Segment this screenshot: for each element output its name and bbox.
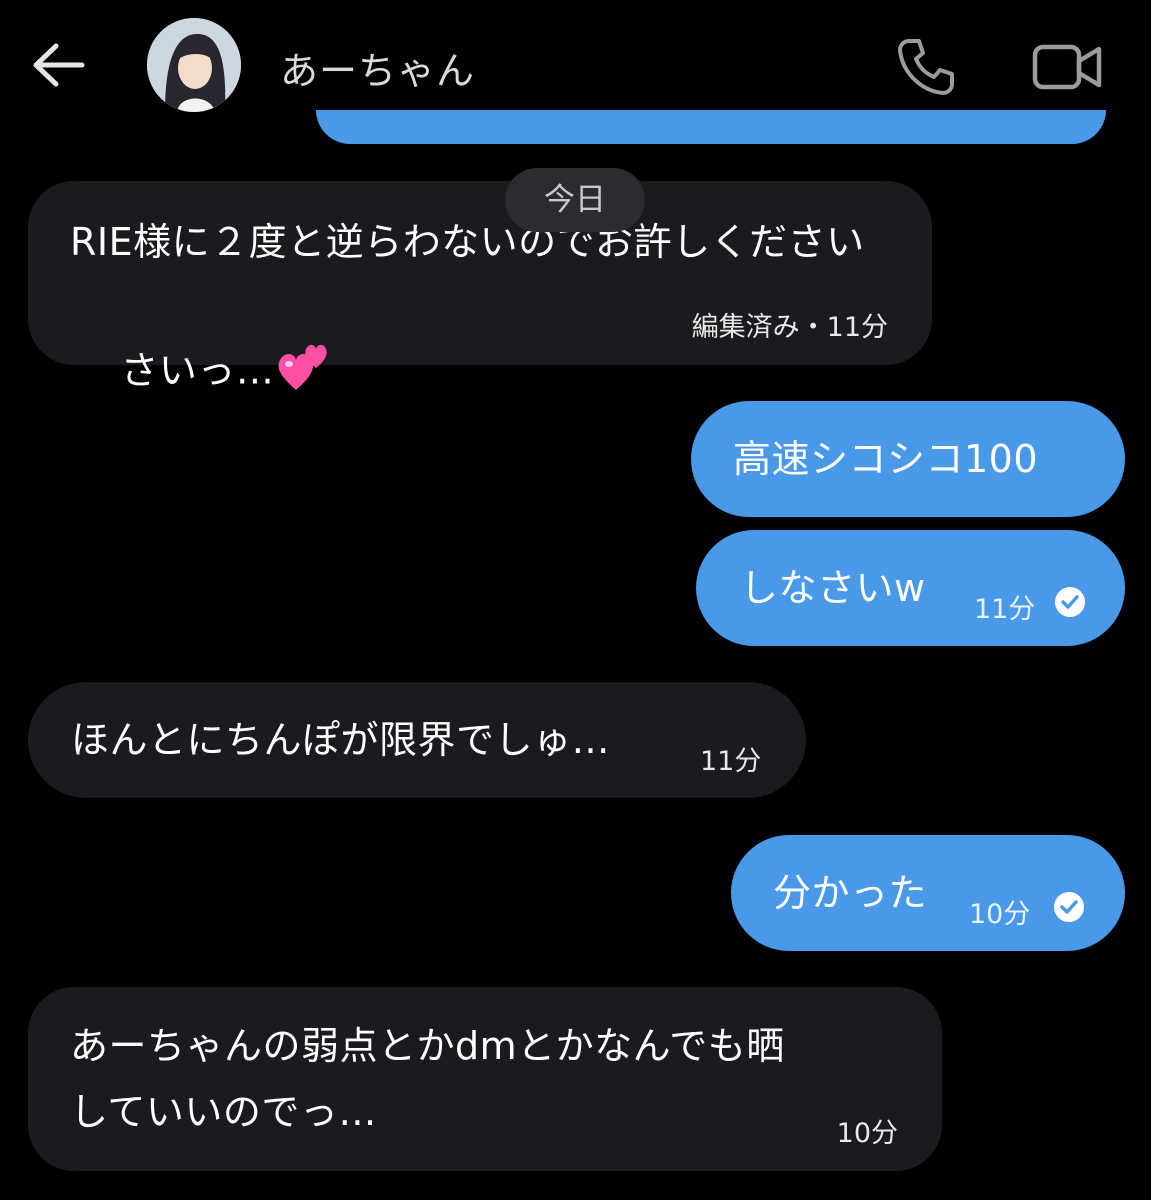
avatar[interactable] [147, 18, 241, 112]
message-meta: 10分 [969, 899, 1031, 930]
message-text: 分かった [773, 871, 928, 915]
message-text: RIE様に２度と逆らわないのでお許しください [70, 220, 865, 264]
incoming-message-bubble[interactable]: RIE様に２度と逆らわないのでお許しください さいっ… 編集済み・11分 [28, 181, 932, 393]
message-text-continued: さいっ… [120, 348, 275, 393]
previous-outgoing-bubble [316, 110, 1106, 144]
message-text: あーちゃんの弱点とかdmとかなんでも晒 [70, 1024, 785, 1068]
incoming-message-bubble[interactable]: あーちゃんの弱点とかdmとかなんでも晒 していいのでっ… 10分 [28, 987, 942, 1171]
outgoing-message-bubble[interactable]: 分かった 10分 [731, 835, 1125, 951]
contact-name[interactable]: あーちゃん [280, 40, 475, 95]
incoming-message-bubble[interactable]: ほんとにちんぽが限界でしゅ… 11分 [28, 682, 806, 798]
message-meta: 11分 [700, 746, 762, 777]
date-divider: 今日 [505, 168, 645, 232]
message-text-line-2: さいっ… [70, 274, 334, 472]
read-check-icon [1054, 892, 1084, 922]
two-hearts-emoji-icon [276, 336, 334, 410]
message-meta: 10分 [836, 1118, 898, 1149]
message-meta: 11分 [974, 594, 1036, 625]
phone-icon[interactable] [895, 36, 957, 98]
outgoing-message-bubble[interactable]: 高速シコシコ100 [691, 401, 1125, 517]
message-text: ほんとにちんぽが限界でしゅ… [71, 718, 611, 762]
outgoing-message-bubble[interactable]: しなさいw 11分 [696, 530, 1125, 646]
message-text: しなさいw [740, 566, 926, 610]
message-text-line-2: していいのでっ… [70, 1090, 377, 1134]
message-text: 高速シコシコ100 [733, 437, 1039, 481]
read-check-icon [1055, 587, 1085, 617]
message-meta: 編集済み・11分 [691, 312, 888, 343]
back-arrow-icon[interactable] [30, 40, 86, 90]
video-camera-icon[interactable] [1032, 40, 1102, 94]
